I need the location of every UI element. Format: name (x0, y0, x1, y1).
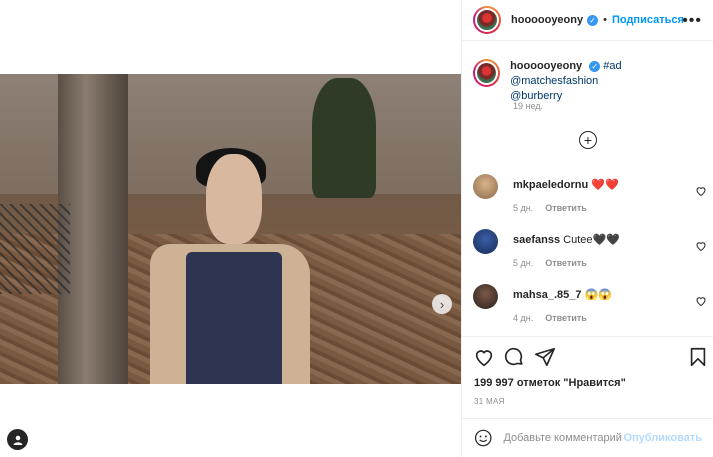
comment-text: ❤️❤️ (591, 179, 619, 191)
photo-face (206, 154, 262, 244)
post-details-panel: hoooooyeony ✓ • Подписаться ••• hoooooye… (461, 0, 713, 457)
reply-button[interactable]: Ответить (545, 313, 587, 323)
hashtag-link[interactable]: #ad (603, 60, 621, 72)
reply-button[interactable]: Ответить (545, 258, 587, 268)
comment-username[interactable]: mkpaeledornu (513, 179, 588, 191)
bookmark-icon[interactable] (687, 346, 709, 368)
comment-time[interactable]: 5 дн. (513, 258, 533, 268)
comment-text: Cutee🖤🖤 (563, 234, 620, 246)
author-username[interactable]: hoooooyeony (511, 14, 583, 26)
photo-net (0, 204, 70, 294)
comment-username[interactable]: saefanss (513, 234, 560, 246)
comment-avatar[interactable] (473, 229, 498, 254)
add-comment-bar: Опубликовать (462, 418, 713, 457)
user-tag-icon (13, 435, 22, 445)
comment-avatar[interactable] (473, 174, 498, 199)
like-count[interactable]: 199 997 отметок "Нравится" (474, 377, 626, 389)
verified-badge-icon: ✓ (587, 14, 599, 26)
load-more-comments-button[interactable]: + (579, 131, 597, 149)
comment-input[interactable] (503, 432, 624, 444)
photo-evergreen-tree (312, 78, 376, 198)
comment-item: mkpaeledornu ❤️❤️ 5 дн. Ответить (473, 174, 713, 224)
reply-button[interactable]: Ответить (545, 203, 587, 213)
post-header: hoooooyeony ✓ • Подписаться ••• (462, 0, 713, 41)
next-photo-button[interactable]: › (432, 294, 452, 314)
emoji-icon[interactable] (474, 428, 492, 448)
comment-icon[interactable] (503, 346, 525, 368)
comment-text: 😱😱 (584, 289, 612, 301)
action-bar (462, 336, 713, 376)
caption-timestamp[interactable]: 19 нед. (513, 101, 543, 111)
comment-time[interactable]: 4 дн. (513, 313, 533, 323)
like-comment-heart-icon[interactable] (695, 295, 707, 307)
post-caption: hoooooyeony ✓ #ad @matchesfashion @burbe… (473, 59, 705, 104)
heart-icon[interactable] (473, 346, 495, 368)
media-column: › (0, 0, 461, 457)
follow-button[interactable]: Подписаться (612, 14, 684, 26)
header-separator: • (603, 14, 607, 26)
comment-username[interactable]: mahsa_.85_7 (513, 289, 582, 301)
share-icon[interactable] (534, 346, 556, 368)
like-comment-heart-icon[interactable] (695, 185, 707, 197)
post-date[interactable]: 31 МАЯ (474, 397, 505, 406)
caption-username[interactable]: hoooooyeony (510, 60, 582, 72)
publish-button[interactable]: Опубликовать (623, 432, 702, 444)
comment-item: mahsa_.85_7 😱😱 4 дн. Ответить (473, 284, 713, 334)
photo-denim-vest (186, 252, 282, 384)
caption-verified-badge-icon: ✓ (589, 61, 601, 72)
like-comment-heart-icon[interactable] (695, 240, 707, 252)
more-options-icon[interactable]: ••• (682, 12, 702, 30)
comment-item: saefanss Cutee🖤🖤 5 дн. Ответить (473, 229, 713, 279)
caption-avatar[interactable] (473, 59, 501, 87)
user-tag-button[interactable] (7, 429, 28, 450)
author-avatar[interactable] (473, 6, 501, 34)
comment-avatar[interactable] (473, 284, 498, 309)
post-photo[interactable]: › (0, 74, 461, 384)
comment-time[interactable]: 5 дн. (513, 203, 533, 213)
mention-link-matchesfashion[interactable]: @matchesfashion (510, 75, 598, 87)
